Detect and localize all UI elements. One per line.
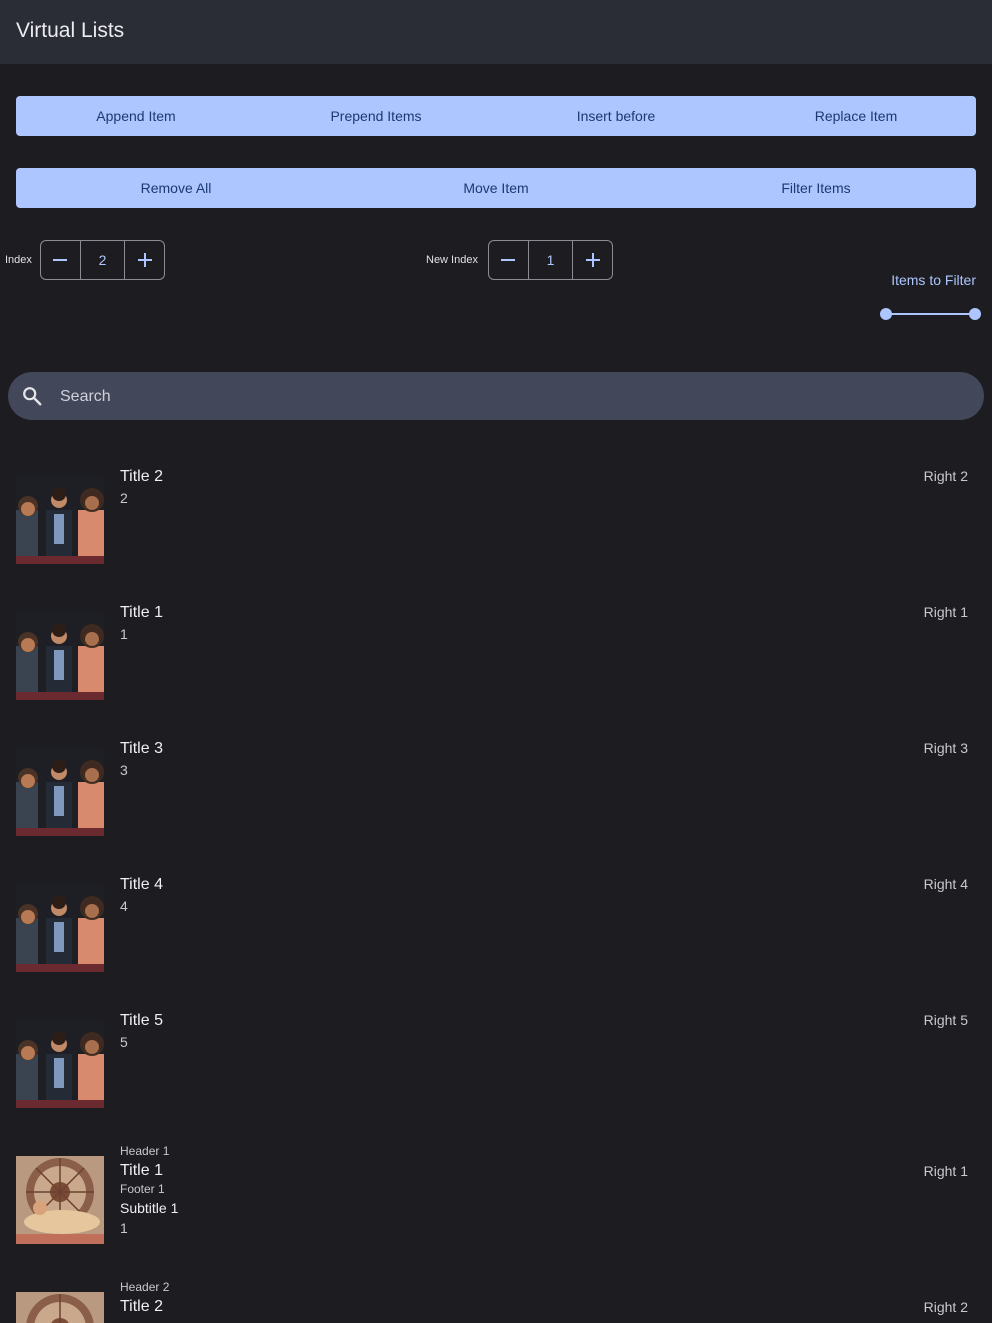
slider-end-handle[interactable] [969, 308, 981, 320]
thumbnail-image [16, 884, 104, 972]
item-subtitle: 1 [120, 626, 128, 642]
action-toolbar-2: Remove All Move Item Filter Items [16, 168, 976, 208]
thumbnail-image [16, 1156, 104, 1244]
list-item[interactable]: Title 3 3 Right 3 [0, 720, 992, 856]
thumbnail-image [16, 476, 104, 564]
item-subtitle: 2 [120, 490, 128, 506]
index-value[interactable]: 2 [79, 241, 126, 279]
item-subtitle: Subtitle 1 [120, 1200, 179, 1216]
filter-items-button[interactable]: Filter Items [656, 168, 976, 208]
insert-before-button[interactable]: Insert before [496, 96, 736, 136]
new-index-stepper: 1 [488, 240, 613, 280]
thumbnail-image [16, 1020, 104, 1108]
search-input[interactable] [58, 372, 962, 422]
thumbnail-image [16, 612, 104, 700]
item-trailing-text: Right 3 [923, 740, 968, 756]
item-trailing-text: Right 5 [923, 1012, 968, 1028]
search-icon [23, 387, 42, 406]
item-trailing-text: Right 4 [923, 876, 968, 892]
app-title: Virtual Lists [16, 19, 125, 42]
item-subtitle: 5 [120, 1034, 128, 1050]
index-decrement-button[interactable] [41, 241, 80, 279]
list-item[interactable]: Title 2 2 Right 2 [0, 448, 992, 584]
search-bar [8, 372, 984, 422]
item-footer: Footer 1 [120, 1182, 165, 1196]
minus-icon [53, 259, 68, 261]
plus-icon [137, 253, 152, 267]
item-subtitle: 3 [120, 762, 128, 778]
item-header: Header 2 [120, 1280, 170, 1294]
thumbnail-image [16, 748, 104, 836]
plus-icon [585, 253, 600, 267]
app-bar: Virtual Lists [0, 0, 992, 64]
list-item[interactable]: Header 1 Title 1 Footer 1 Subtitle 1 1 R… [0, 1128, 992, 1264]
items-to-filter-range-slider[interactable] [880, 306, 981, 322]
move-item-button[interactable]: Move Item [336, 168, 656, 208]
item-title: Title 1 [120, 604, 163, 621]
remove-all-button[interactable]: Remove All [16, 168, 336, 208]
item-title: Title 1 [120, 1162, 163, 1179]
slider-track [885, 313, 976, 315]
append-item-button[interactable]: Append Item [16, 96, 256, 136]
item-title: Title 2 [120, 468, 163, 485]
prepend-items-button[interactable]: Prepend Items [256, 96, 496, 136]
index-stepper: 2 [40, 240, 165, 280]
item-header: Header 1 [120, 1144, 170, 1158]
item-trailing-text: Right 2 [923, 1299, 968, 1315]
item-trailing-text: Right 2 [923, 468, 968, 484]
new-index-label: New Index [426, 254, 478, 266]
item-trailing-text: Right 1 [923, 604, 968, 620]
slider-start-handle[interactable] [880, 308, 892, 320]
minus-icon [501, 259, 516, 261]
index-increment-button[interactable] [125, 241, 164, 279]
item-title: Title 3 [120, 740, 163, 757]
list-item[interactable]: Header 2 Title 2 Right 2 [0, 1264, 992, 1323]
item-title: Title 2 [120, 1298, 163, 1315]
new-index-value[interactable]: 1 [527, 241, 574, 279]
item-title: Title 5 [120, 1012, 163, 1029]
list-item[interactable]: Title 1 1 Right 1 [0, 584, 992, 720]
thumbnail-image [16, 1292, 104, 1323]
index-label: Index [5, 254, 32, 266]
new-index-decrement-button[interactable] [489, 241, 528, 279]
replace-item-button[interactable]: Replace Item [736, 96, 976, 136]
items-to-filter-label: Items to Filter [891, 272, 976, 288]
item-text: 1 [120, 1220, 128, 1236]
item-trailing-text: Right 1 [923, 1163, 968, 1179]
new-index-increment-button[interactable] [573, 241, 612, 279]
item-title: Title 4 [120, 876, 163, 893]
action-toolbar-1: Append Item Prepend Items Insert before … [16, 96, 976, 136]
list-item[interactable]: Title 4 4 Right 4 [0, 856, 992, 992]
list-item[interactable]: Title 5 5 Right 5 [0, 992, 992, 1128]
item-subtitle: 4 [120, 898, 128, 914]
